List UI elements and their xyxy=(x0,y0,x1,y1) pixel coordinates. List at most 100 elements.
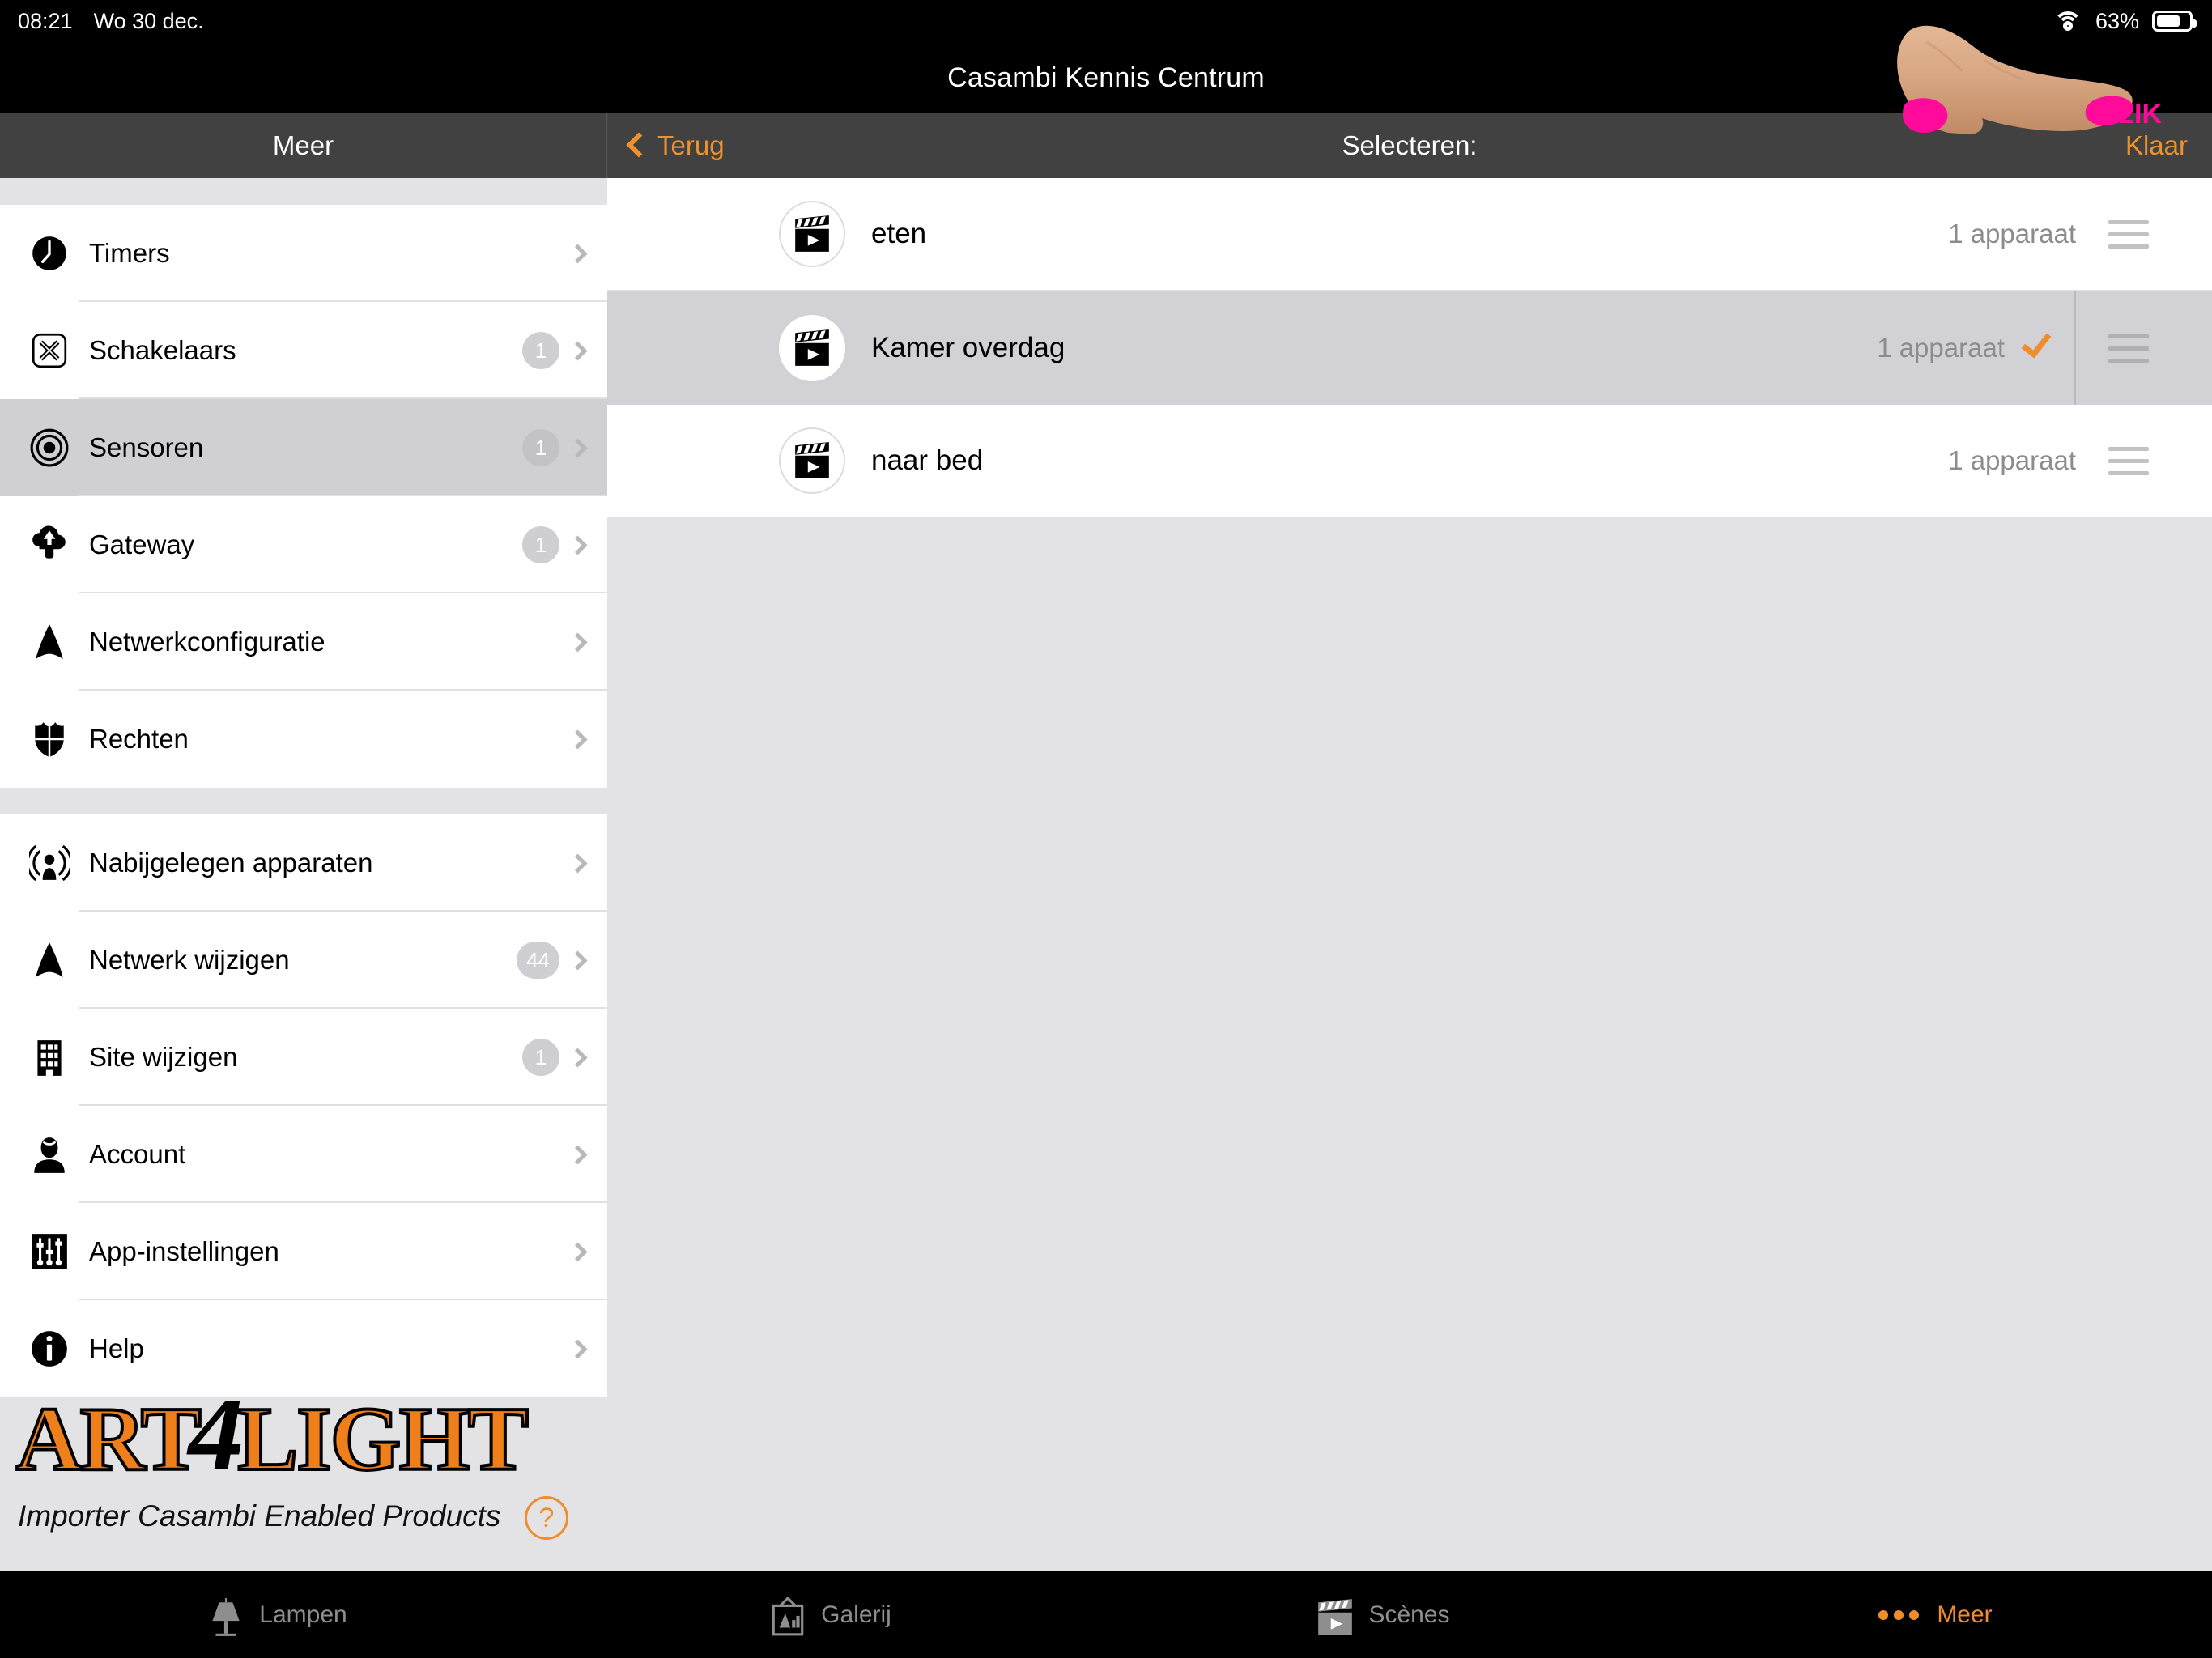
device-count: 1 apparaat xyxy=(1948,219,2076,249)
tab-label: Meer xyxy=(1937,1601,1993,1628)
left-nav-bar: Meer xyxy=(0,113,607,178)
scene-name: naar bed xyxy=(871,444,984,476)
chevron-right-icon xyxy=(568,340,588,361)
sidebar-item-label: Schakelaars xyxy=(89,335,236,365)
drag-handle-icon[interactable] xyxy=(2108,334,2149,363)
drag-handle-icon[interactable] xyxy=(2108,219,2149,249)
sidebar-item-label: App-instellingen xyxy=(89,1236,279,1266)
sidebar-item-timers[interactable]: Timers xyxy=(0,205,607,302)
app-title-bar: Casambi Kennis Centrum xyxy=(0,42,2212,113)
scene-clapperboard-icon xyxy=(779,427,845,494)
sidebar-item-badge: 1 xyxy=(522,332,559,369)
sidebar-spacer-top xyxy=(0,178,607,205)
gallery-icon xyxy=(768,1596,804,1635)
sidebar-item-rechten[interactable]: Rechten xyxy=(0,691,607,788)
status-bar-right: 63% xyxy=(2052,8,2212,34)
scene-name: Kamer overdag xyxy=(871,332,1066,363)
sidebar-item-label: Rechten xyxy=(89,724,189,754)
tab-lampen[interactable]: Lampen xyxy=(0,1571,553,1658)
left-nav-title: Meer xyxy=(272,130,334,160)
scene-row[interactable]: naar bed 1 apparaat xyxy=(607,405,2212,518)
tab-meer[interactable]: Meer xyxy=(1659,1571,2212,1658)
sidebar-item-label: Nabijgelegen apparaten xyxy=(89,848,373,878)
back-button[interactable]: Terug xyxy=(626,130,725,161)
sidebar-item-accessory: 44 xyxy=(517,942,607,979)
sidebar-item-site-wijzigen[interactable]: Site wijzigen 1 xyxy=(0,1009,607,1106)
scene-clapperboard-icon xyxy=(779,201,845,267)
chevron-right-icon xyxy=(568,729,588,750)
chevron-right-icon xyxy=(568,1047,588,1068)
tab-label: Scènes xyxy=(1368,1601,1450,1628)
scene-list[interactable]: eten 1 apparaat Kamer overdag 1 apparaat n… xyxy=(607,178,2212,1571)
lamp-icon xyxy=(206,1597,241,1636)
row-divider xyxy=(2074,291,2076,405)
sidebar-item-schakelaars[interactable]: Schakelaars 1 xyxy=(0,302,607,399)
sidebar-item-accessory xyxy=(568,631,607,653)
sidebar-item-nabijgelegen-apparaten[interactable]: Nabijgelegen apparaten xyxy=(0,814,607,912)
right-nav-title: Selecteren: xyxy=(1342,130,1478,160)
wifi-icon xyxy=(2052,10,2082,32)
sidebar-item-label: Netwerk wijzigen xyxy=(89,945,290,975)
sidebar-item-netwerkconfiguratie[interactable]: Netwerkconfiguratie xyxy=(0,593,607,691)
chevron-right-icon xyxy=(568,243,588,264)
battery-icon xyxy=(2152,11,2197,32)
scene-row-accessory: 1 apparaat xyxy=(1948,219,2212,249)
scene-clapperboard-icon xyxy=(779,315,845,381)
sidebar-item-accessory xyxy=(568,729,607,750)
status-bar-left: 08:21 Wo 30 dec. xyxy=(0,9,204,34)
help-question-icon[interactable]: ? xyxy=(525,1496,568,1540)
device-count: 1 apparaat xyxy=(1948,445,2076,475)
sidebar-group-1: Timers Schakelaars 1 Sensoren 1 Gateway 1 Ne… xyxy=(0,205,607,788)
scene-row-accessory: 1 apparaat xyxy=(1877,291,2212,405)
klik-label: KLIK xyxy=(2097,99,2162,130)
shield-icon xyxy=(19,719,79,759)
chevron-right-icon xyxy=(568,437,588,458)
person-icon xyxy=(19,1134,79,1175)
sidebar-item-badge: 1 xyxy=(522,526,559,563)
sidebar-group-2: Nabijgelegen apparaten Netwerk wijzigen 44… xyxy=(0,814,607,1397)
sensor-icon xyxy=(19,427,79,468)
sidebar-item-badge: 1 xyxy=(522,429,559,466)
sidebar-item-help[interactable]: Help xyxy=(0,1300,607,1397)
sidebar-item-accessory: 1 xyxy=(522,429,607,466)
logo-part-art: ART xyxy=(15,1401,203,1490)
sidebar-item-accessory: 1 xyxy=(522,332,607,369)
battery-percent-label: 63% xyxy=(2095,8,2139,33)
sidebar-item-accessory xyxy=(568,243,607,264)
logo-part-four: 4 xyxy=(188,1401,245,1494)
network-icon xyxy=(19,622,79,662)
chevron-right-icon xyxy=(568,631,588,653)
sidebar-item-label: Gateway xyxy=(89,529,195,559)
sidebar-item-accessory xyxy=(568,1144,607,1165)
tab-galerij[interactable]: Galerij xyxy=(553,1571,1106,1658)
sidebar-item-app-instellingen[interactable]: App-instellingen xyxy=(0,1203,607,1300)
sidebar-item-label: Netwerkconfiguratie xyxy=(89,627,325,657)
sidebar[interactable]: Timers Schakelaars 1 Sensoren 1 Gateway 1 Ne… xyxy=(0,178,607,1571)
sidebar-item-account[interactable]: Account xyxy=(0,1106,607,1203)
ellipsis-icon xyxy=(1878,1609,1920,1620)
status-time: 08:21 xyxy=(18,8,73,33)
scene-row[interactable]: Kamer overdag 1 apparaat xyxy=(607,291,2212,405)
brand-tagline: Importer Casambi Enabled Products xyxy=(18,1499,501,1533)
status-date: Wo 30 dec. xyxy=(93,8,204,33)
device-count: 1 apparaat xyxy=(1877,333,2005,363)
chevron-right-icon xyxy=(568,1241,588,1262)
sidebar-item-gateway[interactable]: Gateway 1 xyxy=(0,496,607,593)
sidebar-item-accessory: 1 xyxy=(522,526,607,563)
sidebar-item-badge: 44 xyxy=(517,942,559,979)
sidebar-item-label: Account xyxy=(89,1139,186,1169)
done-button[interactable]: Klaar xyxy=(2125,130,2188,161)
sidebar-item-netwerk-wijzigen[interactable]: Netwerk wijzigen 44 xyxy=(0,912,607,1009)
gateway-cloud-icon xyxy=(19,525,79,565)
tab-bar[interactable]: Lampen Galerij Scènes Meer xyxy=(0,1571,2212,1658)
switch-icon xyxy=(19,330,79,371)
sidebar-item-sensoren[interactable]: Sensoren 1 xyxy=(0,399,607,496)
sidebar-item-label: Timers xyxy=(89,238,170,268)
tab-sc-nes[interactable]: Scènes xyxy=(1106,1571,1659,1658)
network-icon xyxy=(19,940,79,980)
sidebar-item-label: Help xyxy=(89,1333,144,1363)
chevron-right-icon xyxy=(568,950,588,971)
chevron-right-icon xyxy=(568,852,588,874)
drag-handle-icon[interactable] xyxy=(2108,446,2149,475)
scene-row[interactable]: eten 1 apparaat xyxy=(607,178,2212,291)
